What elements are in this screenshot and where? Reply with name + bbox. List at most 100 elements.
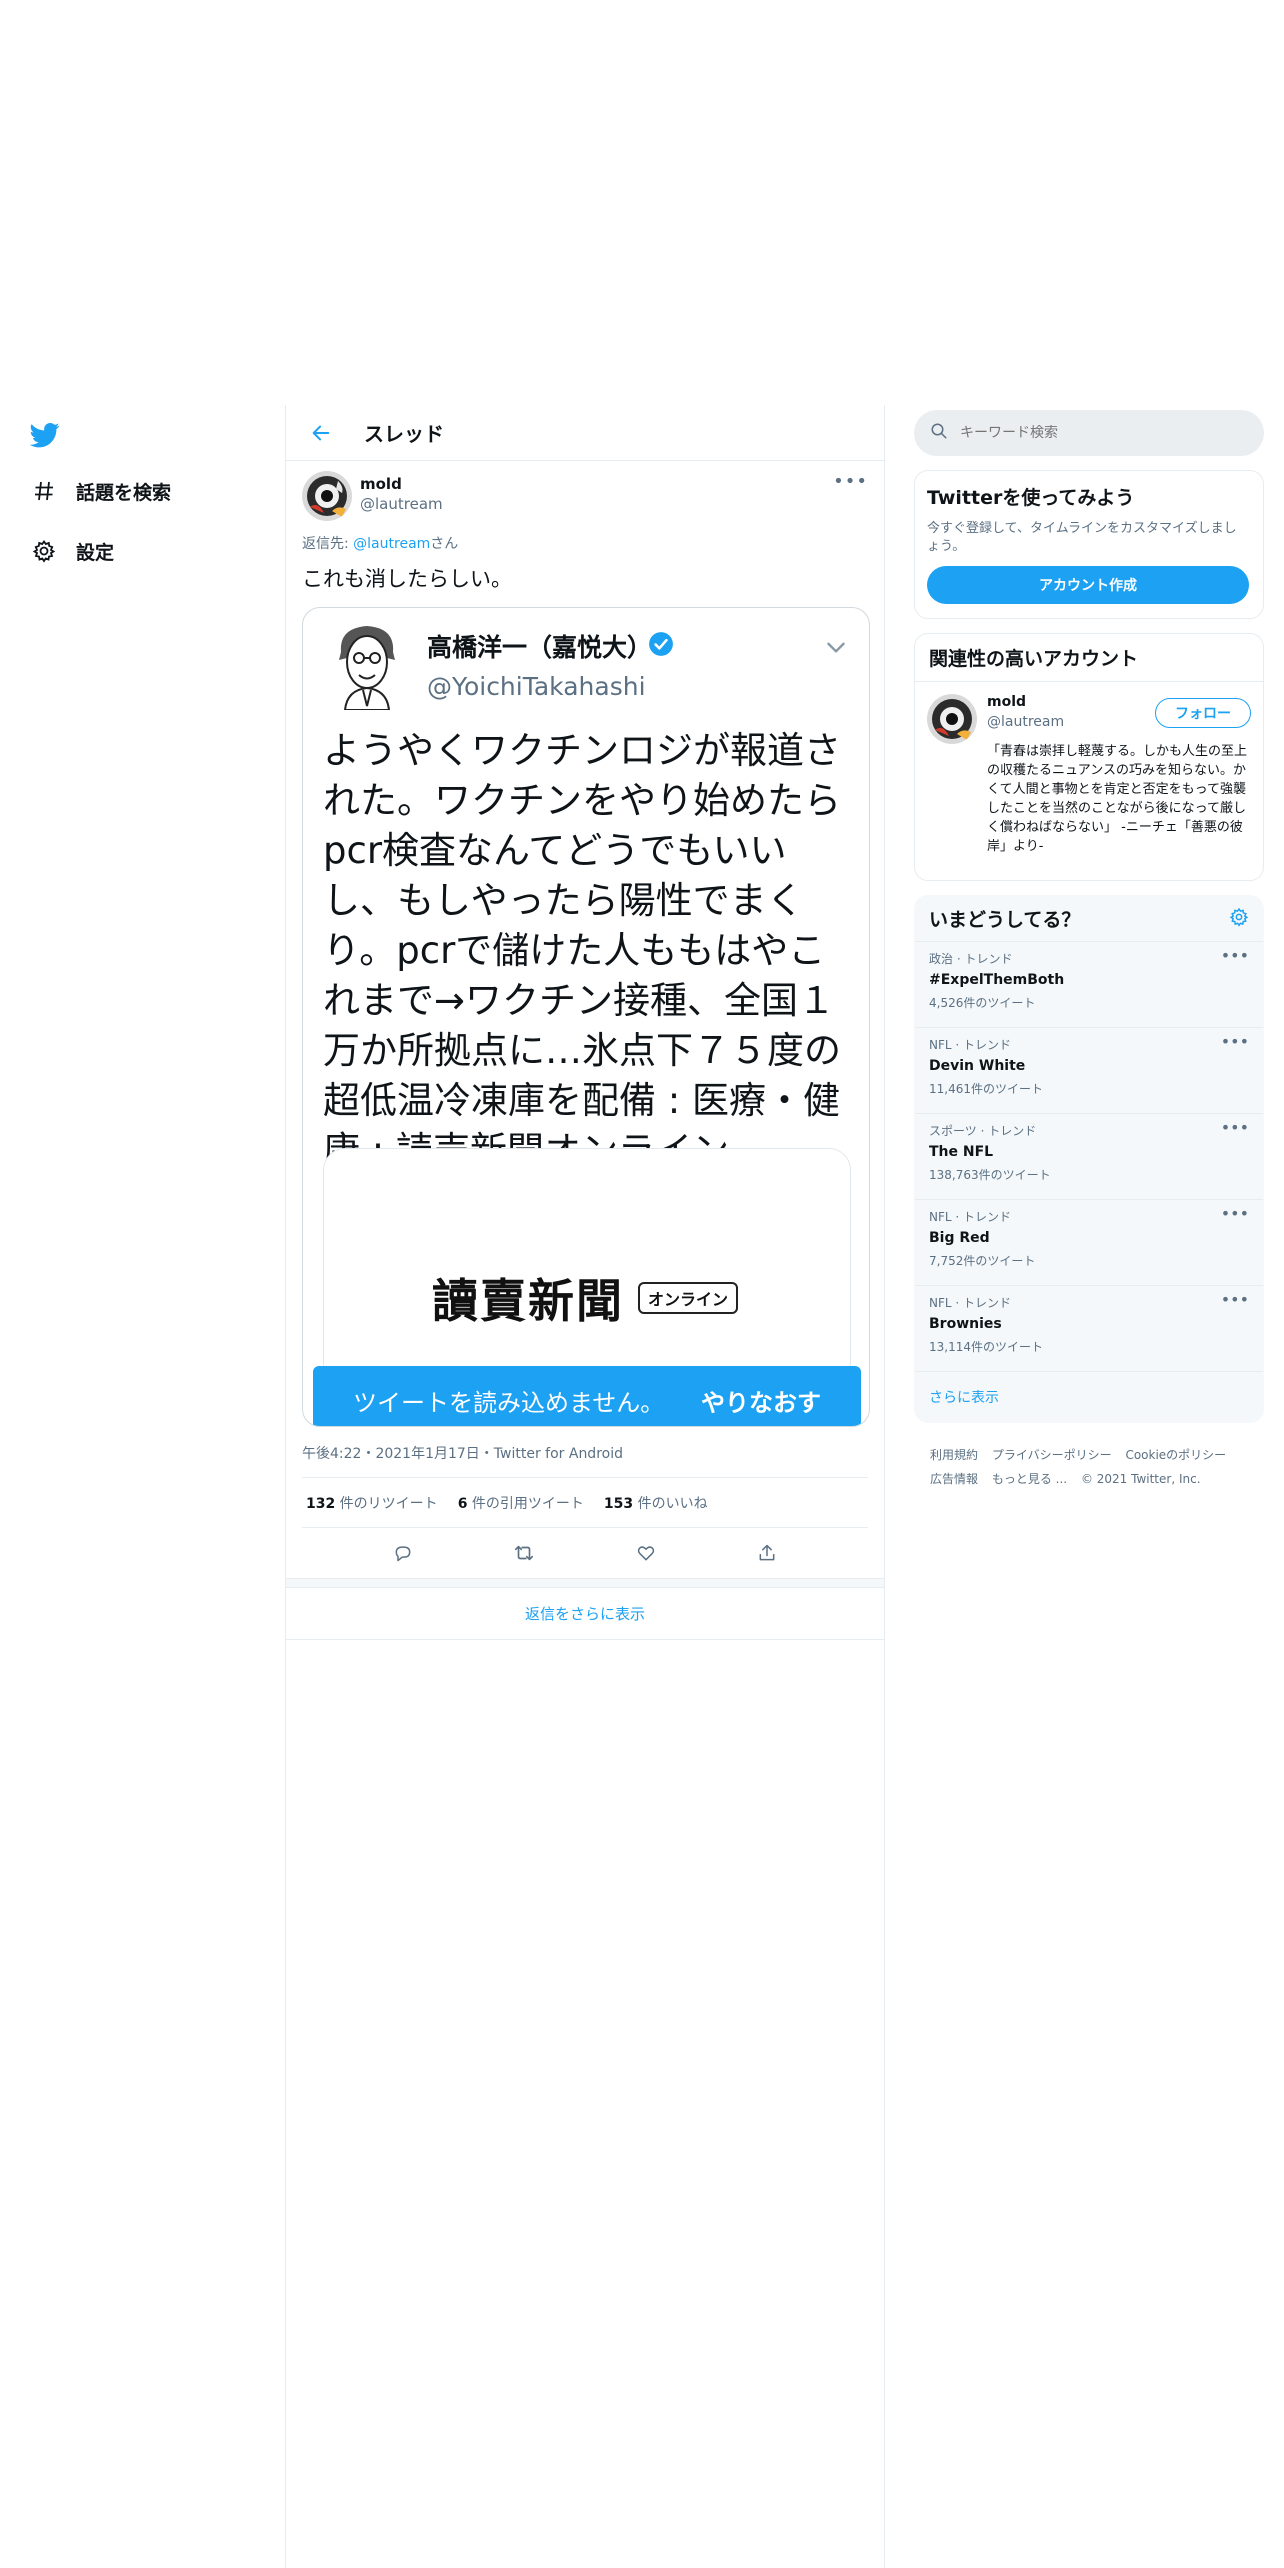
gear-icon — [30, 537, 58, 565]
signup-description: 今すぐ登録して、タイムラインをカスタマイズしましょう。 — [927, 521, 1237, 554]
twitter-logo-icon[interactable] — [28, 420, 62, 450]
footer-cookies-link[interactable]: Cookieのポリシー — [1125, 1448, 1226, 1462]
author-handle[interactable]: @lautream — [360, 495, 443, 513]
trend-item[interactable]: 政治 · トレンド #ExpelThemBoth 4,526件のツイート ••• — [915, 942, 1263, 1028]
gear-icon[interactable] — [1229, 907, 1249, 931]
trend-category: NFL · トレンド — [929, 1038, 1012, 1052]
trend-category: NFL · トレンド — [929, 1296, 1012, 1310]
nav-settings[interactable]: 設定 — [30, 531, 114, 571]
quoted-author-handle[interactable]: @YoichiTakahashi — [427, 672, 646, 701]
quoted-tweet-text: ようやくワクチンロジが報道された。ワクチンをやり始めたらpcr検査なんてどうでも… — [323, 729, 841, 1172]
avatar[interactable] — [302, 471, 352, 521]
quoted-author-name[interactable]: 高橋洋一（嘉悦大） — [427, 628, 652, 664]
trend-name: #ExpelThemBoth — [929, 972, 1065, 988]
reply-suffix: さん — [430, 536, 459, 552]
related-accounts-panel: 関連性の高いアカウント mold @lautream フォロー 「青春は崇拝し軽… — [914, 633, 1264, 881]
trend-count: 13,114件のツイート — [929, 1340, 1043, 1354]
retry-button[interactable]: やりなおす — [701, 1383, 821, 1418]
quoted-author-avatar[interactable] — [327, 620, 407, 711]
yomiuri-logo-text: 讀賣新聞 — [432, 1274, 624, 1328]
share-icon[interactable] — [753, 1539, 781, 1567]
retweets-count: 132 — [306, 1495, 336, 1512]
signup-title: Twitterを使ってみよう — [927, 487, 1135, 509]
related-user-bio: 「青春は崇拝し軽蔑する。しかも人生の至上の収穫たるニュアンスの巧みを知らない。か… — [987, 744, 1248, 854]
retweet-icon[interactable] — [510, 1539, 538, 1567]
footer-privacy-link[interactable]: プライバシーポリシー — [992, 1448, 1112, 1462]
hashtag-icon — [30, 477, 58, 505]
footer-terms-link[interactable]: 利用規約 — [930, 1448, 978, 1462]
more-options-icon[interactable]: ••• — [1221, 1032, 1249, 1051]
quoted-tweet-card[interactable]: 高橋洋一（嘉悦大） @YoichiTakahashi ようやくワクチンロジが報道… — [302, 607, 870, 1427]
related-user-handle[interactable]: @lautream — [987, 714, 1064, 730]
trend-count: 7,752件のツイート — [929, 1254, 1036, 1268]
tweet-stats: 132 件のリツイート 6 件の引用ツイート 153 件のいいね — [302, 1478, 868, 1528]
yomiuri-online-logo: 讀賣新聞 オンライン — [432, 1265, 739, 1331]
tweet-timestamp[interactable]: 午後4:22・2021年1月17日・Twitter for Android — [302, 1443, 868, 1478]
more-options-icon[interactable]: ••• — [1221, 1204, 1249, 1223]
show-more-replies-link[interactable]: 返信をさらに表示 — [286, 1588, 884, 1640]
toast-message: ツイートを読み込めません。 — [353, 1388, 665, 1417]
footer-more-link[interactable]: もっと見る ... — [992, 1472, 1067, 1486]
quotes-stat[interactable]: 6 件の引用ツイート — [458, 1493, 584, 1513]
error-toast: ツイートを読み込めません。 やりなおす — [313, 1366, 861, 1426]
author-name[interactable]: mold — [360, 475, 443, 493]
section-divider — [286, 1578, 884, 1588]
trend-item[interactable]: スポーツ · トレンド The NFL 138,763件のツイート ••• — [915, 1114, 1263, 1200]
trend-category: 政治 · トレンド — [929, 952, 1013, 966]
trend-name: Big Red — [929, 1230, 990, 1246]
back-arrow-icon[interactable] — [306, 418, 336, 448]
quotes-label: 件の引用ツイート — [467, 1495, 584, 1512]
nav-explore-label: 話題を検索 — [76, 481, 172, 504]
trend-item[interactable]: NFL · トレンド Big Red 7,752件のツイート ••• — [915, 1200, 1263, 1286]
reply-icon[interactable] — [389, 1539, 417, 1567]
related-account-item[interactable]: mold @lautream フォロー 「青春は崇拝し軽蔑する。しかも人生の至上… — [915, 682, 1263, 880]
search-bar[interactable] — [914, 410, 1264, 456]
avatar[interactable] — [927, 694, 977, 744]
chevron-down-icon[interactable] — [823, 634, 849, 660]
search-input[interactable] — [960, 425, 1220, 441]
main-column: スレッド mold @lautream ••• 返信先: @lautreamさん… — [285, 405, 885, 2568]
right-sidebar: Twitterを使ってみよう 今すぐ登録して、タイムラインをカスタマイズしましょ… — [914, 410, 1264, 1491]
quotes-count: 6 — [457, 1495, 468, 1512]
more-options-icon[interactable]: ••• — [1221, 946, 1249, 965]
more-options-icon[interactable]: ••• — [833, 471, 868, 492]
nav-explore[interactable]: 話題を検索 — [30, 471, 171, 511]
more-options-icon[interactable]: ••• — [1221, 1290, 1249, 1309]
create-account-button[interactable]: アカウント作成 — [927, 566, 1249, 604]
retweets-stat[interactable]: 132 件のリツイート — [306, 1493, 438, 1513]
more-options-icon[interactable]: ••• — [1221, 1118, 1249, 1137]
footer-ads-link[interactable]: 広告情報 — [930, 1472, 978, 1486]
likes-label: 件のいいね — [633, 1495, 708, 1512]
trend-count: 11,461件のツイート — [929, 1082, 1043, 1096]
like-heart-icon[interactable] — [632, 1539, 660, 1567]
trends-show-more-link[interactable]: さらに表示 — [915, 1372, 1263, 1422]
trends-title: いまどうしてる？ — [929, 909, 1081, 931]
thread-header: スレッド — [286, 405, 884, 461]
trend-name: The NFL — [929, 1144, 994, 1160]
tweet-text: これも消したらしい。 — [302, 567, 512, 591]
nav-settings-label: 設定 — [76, 541, 115, 564]
verified-badge-icon — [648, 631, 674, 657]
trend-count: 138,763件のツイート — [929, 1168, 1051, 1182]
retweets-label: 件のリツイート — [335, 1495, 438, 1512]
tweet-actions — [302, 1528, 868, 1578]
trends-panel: いまどうしてる？ 政治 · トレンド #ExpelThemBoth 4,526件… — [914, 895, 1264, 1423]
page-title: スレッド — [364, 422, 444, 446]
related-accounts-title: 関連性の高いアカウント — [929, 648, 1139, 670]
trend-item[interactable]: NFL · トレンド Devin White 11,461件のツイート ••• — [915, 1028, 1263, 1114]
trend-item[interactable]: NFL · トレンド Brownies 13,114件のツイート ••• — [915, 1286, 1263, 1372]
yomiuri-logo-badge: オンライン — [638, 1282, 739, 1314]
trend-category: NFL · トレンド — [929, 1210, 1012, 1224]
tweet-author: mold @lautream — [302, 471, 868, 527]
reply-to-line: 返信先: @lautreamさん — [302, 533, 868, 553]
trend-name: Brownies — [929, 1316, 1002, 1332]
likes-stat[interactable]: 153 件のいいね — [604, 1493, 708, 1513]
signup-panel: Twitterを使ってみよう 今すぐ登録して、タイムラインをカスタマイズしましょ… — [914, 470, 1264, 619]
reply-to-handle-link[interactable]: @lautream — [353, 536, 430, 552]
trend-count: 4,526件のツイート — [929, 996, 1036, 1010]
follow-button[interactable]: フォロー — [1155, 698, 1251, 728]
related-user-name[interactable]: mold — [987, 694, 1026, 710]
reply-prefix: 返信先: — [302, 536, 354, 552]
trend-name: Devin White — [929, 1058, 1026, 1074]
footer-links: 利用規約 プライバシーポリシー Cookieのポリシー 広告情報 もっと見る .… — [914, 1443, 1264, 1491]
